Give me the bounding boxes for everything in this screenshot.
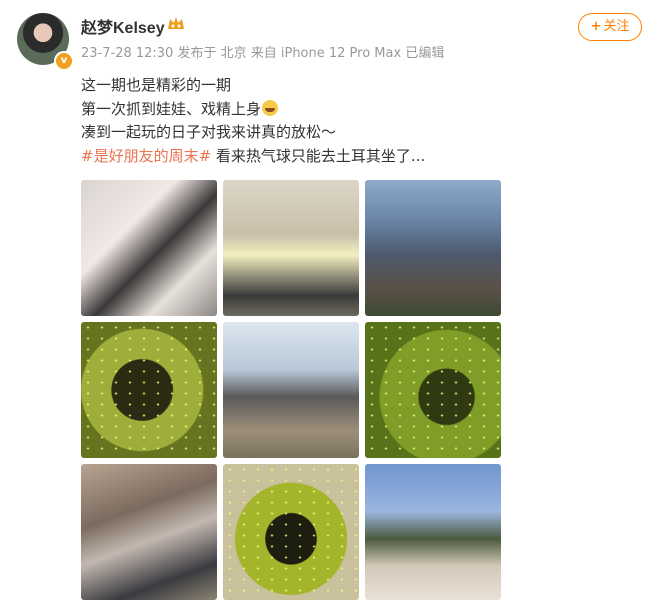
post-text-line-4: #是好朋友的周末# 看来热气球只能去土耳其坐了... [81, 145, 425, 166]
photo-shadow-green-lights[interactable] [365, 322, 501, 458]
follow-label: 关注 [603, 19, 630, 34]
username[interactable]: 赵梦Kelsey [81, 14, 165, 38]
post-meta: 23-7-28 12:30 发布于 北京 来自 iPhone 12 Pro Ma… [81, 46, 445, 61]
verified-badge-icon: v [54, 51, 74, 71]
laughing-emoji-icon [262, 100, 279, 116]
post-text-line-3: 凑到一起玩的日子对我来讲真的放松～ [81, 123, 337, 141]
post-text-topic-tail: 看来热气球只能去土耳其坐了... [211, 147, 426, 165]
post-text-line-2-text: 第一次抓到娃娃、戏精上身 [81, 100, 262, 118]
photo-green-lights-portrait[interactable] [81, 322, 217, 458]
plus-icon: + [590, 19, 602, 34]
photo-city-view-evening[interactable] [365, 180, 501, 316]
photo-selfie-checkered[interactable] [81, 180, 217, 316]
topic-link[interactable]: #是好朋友的周末# [81, 147, 211, 165]
photo-green-lights-closeup[interactable] [223, 464, 359, 600]
photo-street-walk[interactable] [81, 464, 217, 600]
photo-sunglasses-yellow-shirt[interactable] [223, 180, 359, 316]
photo-group-four-friends[interactable] [223, 322, 359, 458]
post-text-line-1: 这一期也是精彩的一期 [81, 76, 232, 94]
follow-button[interactable]: + 关注 [578, 13, 642, 41]
crown-icon [168, 17, 184, 29]
post-text-line-2: 第一次抓到娃娃、戏精上身 [81, 98, 279, 119]
photo-sunglasses-duo[interactable] [365, 464, 501, 600]
